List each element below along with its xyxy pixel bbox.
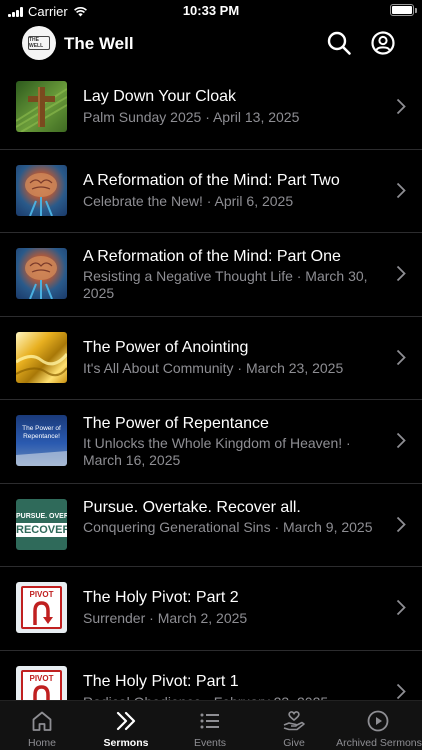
- sermon-thumbnail: PIVOT: [16, 582, 67, 633]
- sermon-subtitle: Celebrate the New! · April 6, 2025: [83, 192, 294, 209]
- chevron-right-icon: [396, 683, 406, 699]
- chevron-right-icon: [396, 98, 406, 115]
- pivot-sign: PIVOT: [21, 586, 62, 629]
- sermon-item[interactable]: The Power of Repentance! The Power of Re…: [0, 400, 422, 484]
- thumbnail-text: PIVOT: [29, 673, 54, 683]
- sermon-item[interactable]: A Reformation of the Mind: Part One Resi…: [0, 233, 422, 317]
- sermon-title: A Reformation of the Mind: Part One: [83, 248, 341, 265]
- sermon-thumbnail: [16, 248, 67, 299]
- brain-image: [25, 256, 57, 299]
- tab-label: Events: [193, 737, 227, 749]
- sermon-subtitle: Palm Sunday 2025 · April 13, 2025: [83, 109, 300, 125]
- sermon-thumbnail: [16, 164, 67, 216]
- status-time: 10:33 PM: [182, 3, 240, 18]
- sermons-icon: [116, 711, 136, 731]
- chevron-right-icon: [396, 265, 406, 282]
- sermon-item[interactable]: Lay Down Your Cloak Palm Sunday 2025 · A…: [0, 66, 422, 150]
- tab-label: Home: [27, 737, 56, 749]
- thumbnail-text-top: PURSUE. OVERTA: [16, 512, 67, 520]
- sermon-subtitle: Surrender · March 2, 2025: [83, 610, 248, 626]
- tab-events[interactable]: Events: [168, 701, 252, 750]
- profile-icon[interactable]: [370, 30, 396, 56]
- chevron-right-icon: [396, 432, 406, 449]
- sermon-title: The Holy Pivot: Part 1: [83, 672, 239, 690]
- church-logo[interactable]: THE WELL: [22, 26, 56, 60]
- sermon-title: The Power of Anointing: [83, 338, 249, 356]
- thumbnail-text: PIVOT: [29, 590, 54, 599]
- sermon-item[interactable]: PURSUE. OVERTA RECOVER A Pursue. Overtak…: [0, 484, 422, 567]
- sermon-list: Lay Down Your Cloak Palm Sunday 2025 · A…: [0, 66, 422, 734]
- sermon-subtitle: Resisting a Negative Thought Life · Marc…: [83, 268, 368, 301]
- tab-give[interactable]: Give: [252, 701, 336, 750]
- thumbnail-text-bottom: RECOVER A: [16, 523, 67, 536]
- sermon-title: Lay Down Your Cloak: [83, 88, 236, 105]
- cross-icon: [16, 87, 67, 132]
- sermon-item[interactable]: PIVOT The Holy Pivot: Part 2 Surrender ·…: [0, 567, 422, 651]
- chevron-right-icon: [396, 599, 406, 616]
- battery-icon: [390, 4, 417, 16]
- sermon-title: The Power of Repentance: [83, 415, 269, 432]
- sermon-item[interactable]: The Power of Anointing It's All About Co…: [0, 317, 422, 400]
- sermon-title: Pursue. Overtake. Recover all.: [83, 498, 301, 516]
- sermon-thumbnail: [16, 81, 67, 132]
- gold-oil-image: [16, 352, 67, 376]
- sermon-subtitle: Conquering Generational Sins · March 9, …: [83, 518, 373, 535]
- tab-label: Archived Sermons: [336, 737, 422, 749]
- events-icon: [200, 713, 219, 729]
- tab-bar: Home Sermons Events Give Archived Sermon…: [0, 700, 422, 750]
- give-icon: [283, 711, 305, 731]
- chevron-right-icon: [396, 182, 406, 198]
- sermon-subtitle: It's All About Community · March 23, 202…: [83, 359, 344, 376]
- sermon-item[interactable]: A Reformation of the Mind: Part Two Cele…: [0, 150, 422, 233]
- app-header: THE WELL The Well: [0, 24, 422, 64]
- chevron-right-icon: [396, 349, 406, 365]
- sermon-title: A Reformation of the Mind: Part Two: [83, 171, 340, 189]
- sermon-subtitle: It Unlocks the Whole Kingdom of Heaven! …: [83, 435, 351, 468]
- tab-archived-sermons[interactable]: Archived Sermons: [336, 701, 422, 750]
- sermon-thumbnail: PURSUE. OVERTA RECOVER A: [16, 498, 67, 550]
- home-icon: [32, 711, 52, 731]
- search-icon[interactable]: [326, 30, 352, 56]
- brain-image: [25, 172, 57, 216]
- chevron-right-icon: [396, 516, 406, 532]
- app-title: The Well: [64, 34, 134, 53]
- tab-label: Sermons: [103, 737, 149, 749]
- field-image: [16, 451, 67, 466]
- sermon-thumbnail: The Power of Repentance!: [16, 415, 67, 466]
- u-turn-icon: [33, 601, 53, 625]
- tab-home[interactable]: Home: [0, 701, 84, 750]
- logo-mark: THE WELL: [28, 36, 50, 50]
- tab-sermons[interactable]: Sermons: [84, 701, 168, 750]
- status-bar: Carrier 10:33 PM: [0, 0, 422, 22]
- sermon-thumbnail: [16, 331, 67, 383]
- tab-label: Give: [283, 737, 305, 749]
- sermon-title: The Holy Pivot: Part 2: [83, 589, 239, 606]
- play-circle-icon: [367, 710, 389, 732]
